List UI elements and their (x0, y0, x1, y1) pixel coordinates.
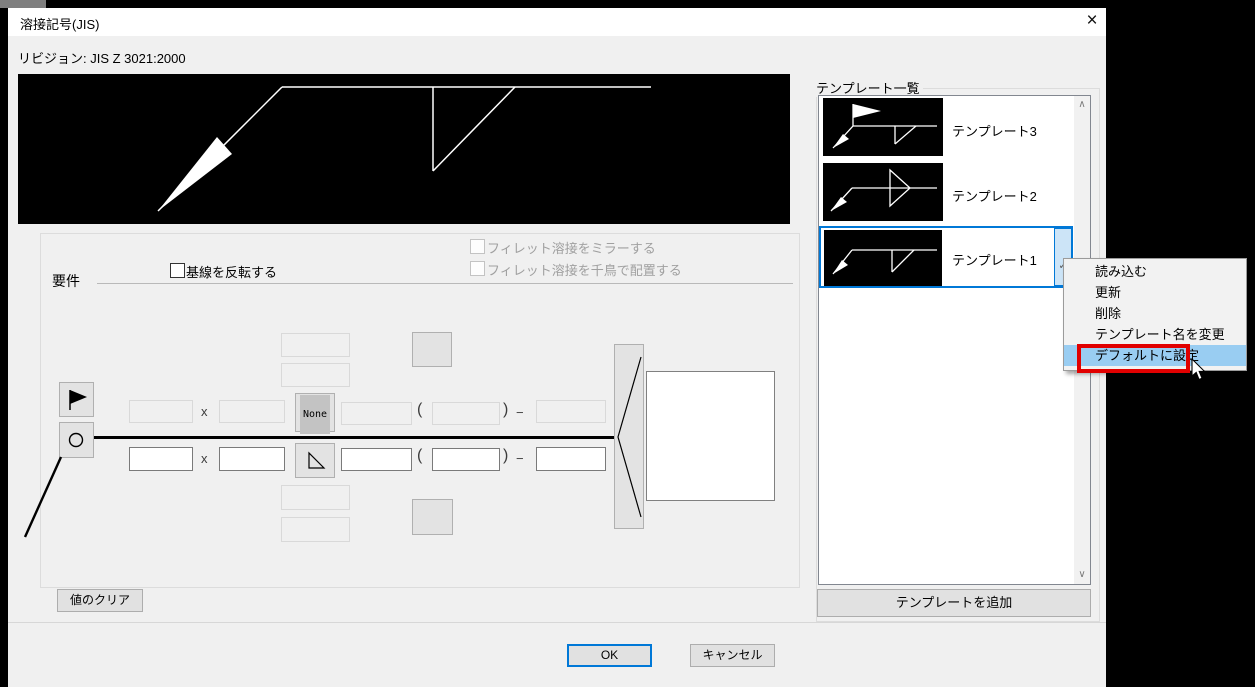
bottom-close-paren: ) (503, 447, 508, 465)
menu-item-delete[interactable]: 削除 (1064, 303, 1246, 324)
template-item-label[interactable]: テンプレート3 (952, 121, 1037, 140)
top-dash: − (516, 405, 524, 420)
template-thumbnail[interactable] (824, 230, 942, 286)
mirror-fillet-label: フィレット溶接をミラーする (487, 238, 656, 257)
reference-baseline (94, 436, 614, 439)
bottom-dash: − (516, 451, 524, 466)
below-field-1 (281, 485, 350, 510)
bottom-field-3[interactable] (341, 448, 412, 471)
top-weld-symbol-button[interactable]: None (295, 393, 335, 432)
window-edge-notch (0, 0, 46, 8)
annotation-red-box (1077, 344, 1190, 373)
mouse-cursor-icon (1190, 358, 1208, 382)
top-field-1 (129, 400, 193, 423)
weld-symbol-preview (18, 74, 790, 224)
title-bar (8, 8, 1106, 36)
above-symbol-button[interactable] (412, 332, 452, 367)
template-thumbnail[interactable] (823, 163, 943, 221)
menu-item-rename[interactable]: テンプレート名を変更 (1064, 324, 1246, 345)
stagger-fillet-checkbox (470, 261, 485, 276)
top-field-2 (219, 400, 285, 423)
close-icon[interactable]: × (1080, 10, 1104, 34)
revision-label: リビジョン: JIS Z 3021:2000 (18, 48, 186, 67)
template-item-label[interactable]: テンプレート1 (952, 250, 1037, 269)
screen: 溶接記号(JIS) × リビジョン: JIS Z 3021:2000 フィレット… (0, 0, 1255, 687)
bottom-field-4[interactable] (432, 448, 500, 471)
dialog-title: 溶接記号(JIS) (20, 14, 99, 33)
scroll-down-icon[interactable]: ∨ (1076, 568, 1088, 582)
ok-button[interactable]: OK (567, 644, 652, 667)
tail-fork-button[interactable] (614, 344, 644, 529)
flag-toggle-button[interactable] (59, 382, 94, 417)
requirements-rule (97, 283, 793, 284)
template3-symbol-drawing (823, 98, 943, 156)
below-field-2 (281, 517, 350, 542)
clear-values-button[interactable]: 値のクリア (57, 589, 143, 612)
mirror-fillet-checkbox (470, 239, 485, 254)
template-thumbnail[interactable] (823, 98, 943, 156)
tail-text-field[interactable] (646, 371, 775, 501)
add-template-button[interactable]: テンプレートを追加 (817, 589, 1091, 617)
top-field-4 (432, 402, 500, 425)
top-close-paren: ) (503, 401, 508, 419)
menu-item-load[interactable]: 読み込む (1064, 261, 1246, 282)
none-symbol-label: None (300, 395, 330, 434)
weld-symbol-drawing (18, 74, 790, 224)
menu-item-update[interactable]: 更新 (1064, 282, 1246, 303)
bottom-field-1[interactable] (129, 447, 193, 471)
top-field-5 (536, 400, 606, 423)
top-field-3 (341, 402, 412, 425)
cancel-button[interactable]: キャンセル (690, 644, 775, 667)
template2-symbol-drawing (823, 163, 943, 221)
bottom-field-5[interactable] (536, 447, 606, 471)
above-field-2 (281, 363, 350, 387)
top-open-paren: ( (417, 401, 422, 419)
template1-symbol-drawing (824, 230, 942, 286)
scroll-up-icon[interactable]: ∧ (1076, 98, 1088, 112)
bevel-triangle-icon (296, 444, 334, 477)
bottom-multiply-sign: x (201, 451, 208, 466)
below-symbol-button[interactable] (412, 499, 453, 535)
bottom-open-paren: ( (417, 447, 422, 465)
leader-line (18, 450, 73, 545)
flip-baseline-label: 基線を反転する (186, 262, 277, 281)
requirements-label: 要件 (50, 271, 82, 291)
top-multiply-sign: x (201, 404, 208, 419)
flag-icon (60, 383, 93, 416)
stagger-fillet-label: フィレット溶接を千鳥で配置する (487, 260, 682, 279)
above-field-1 (281, 333, 350, 357)
footer-separator (8, 622, 1106, 623)
bottom-weld-symbol-button[interactable] (295, 443, 335, 478)
fork-chevron-icon (615, 345, 643, 528)
flip-baseline-checkbox[interactable] (170, 263, 185, 278)
bottom-field-2[interactable] (219, 447, 285, 471)
template-item-label[interactable]: テンプレート2 (952, 186, 1037, 205)
